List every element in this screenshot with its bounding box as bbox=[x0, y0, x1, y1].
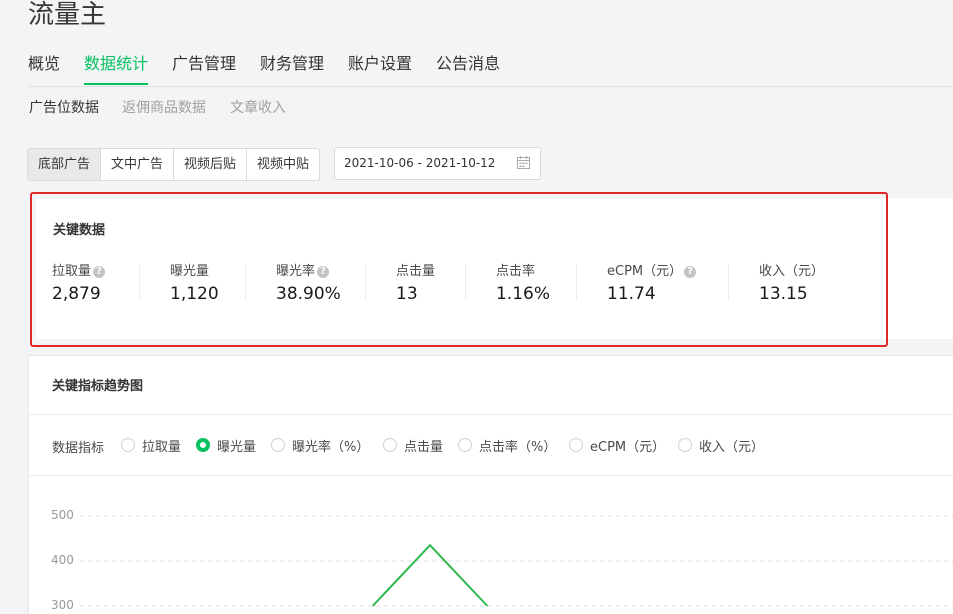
trend-chart bbox=[80, 515, 953, 607]
series-line bbox=[371, 543, 489, 607]
